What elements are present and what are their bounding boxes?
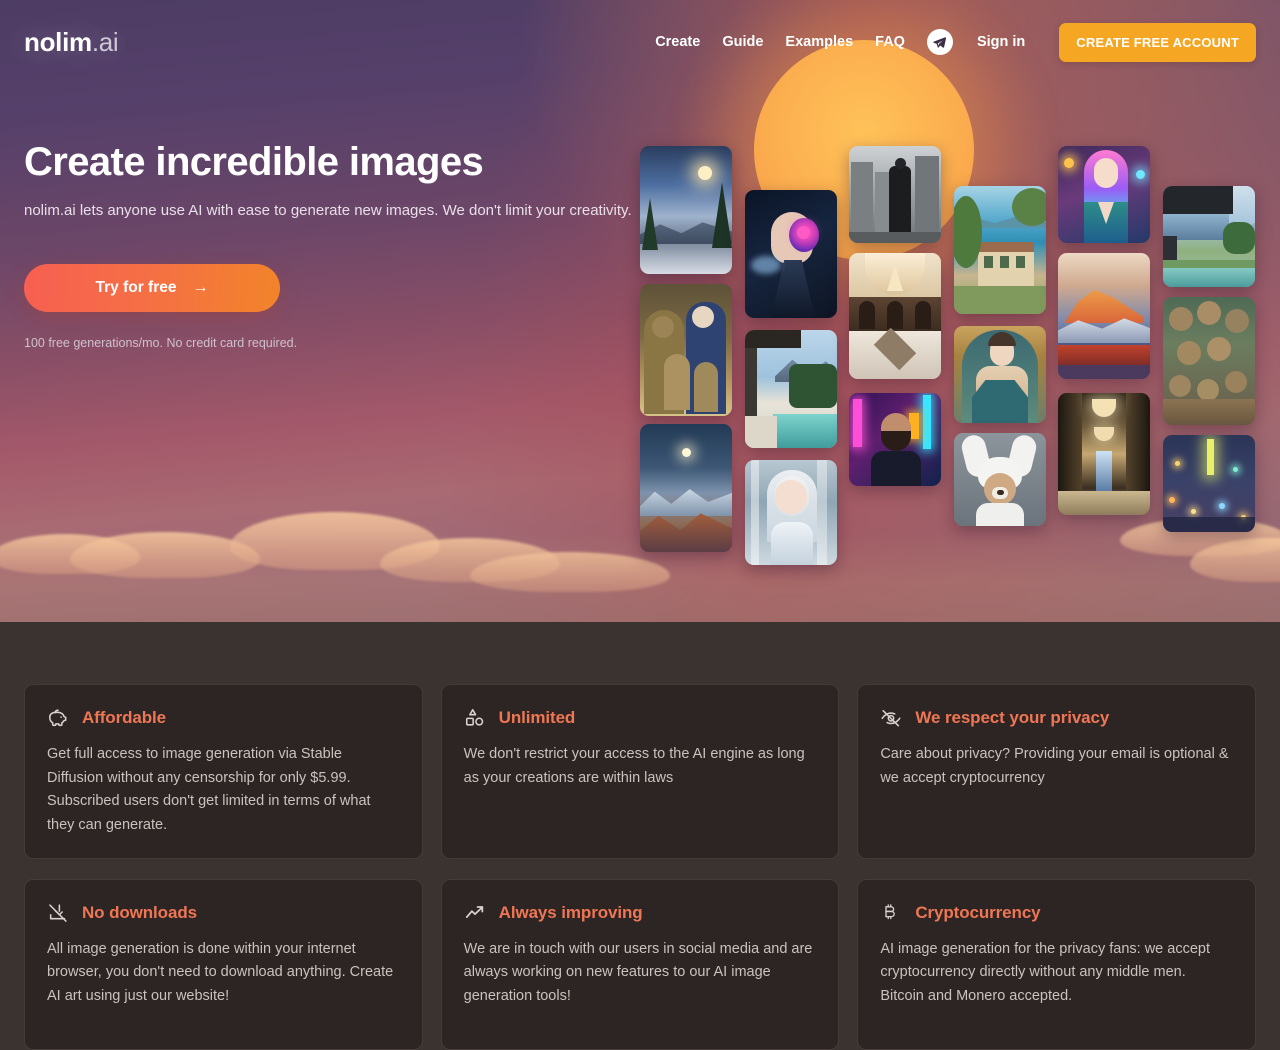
feature-card-header: Affordable <box>47 707 400 729</box>
logo-name: nolim <box>24 26 92 57</box>
arrow-right-icon: → <box>192 278 209 296</box>
collage-image-night-city-lights[interactable] <box>1163 435 1255 532</box>
collage-image-pink-haired-woman-city[interactable] <box>1058 146 1150 243</box>
page-title: Create incredible images <box>24 140 484 184</box>
image-collage <box>630 0 1280 622</box>
bitcoin-icon <box>880 902 902 924</box>
piggy-bank-icon <box>47 707 69 729</box>
eye-off-icon <box>880 707 902 729</box>
feature-card-header: Cryptocurrency <box>880 902 1233 924</box>
hero-section: nolim.ai Create Guide Examples FAQ Sign … <box>0 0 1280 622</box>
download-off-icon <box>47 902 69 924</box>
feature-body: We don't restrict your access to the AI … <box>463 746 805 786</box>
collage-image-snowy-mountain-sunrise[interactable] <box>640 146 732 274</box>
feature-card-unlimited: Unlimited We don't restrict your access … <box>440 684 840 859</box>
primary-nav: Create Guide Examples FAQ Sign in CREATE… <box>655 22 1256 62</box>
collage-image-modern-villa-poolside[interactable] <box>1163 186 1255 287</box>
feature-title: No downloads <box>82 902 197 922</box>
collage-image-monkey-group-portrait[interactable] <box>1163 297 1255 425</box>
feature-title: Unlimited <box>498 708 576 727</box>
hero-fineprint: 100 free generations/mo. No credit card … <box>24 335 298 350</box>
feature-title: Cryptocurrency <box>915 902 1041 922</box>
collage-image-cyborg-woman-portrait[interactable] <box>745 190 837 318</box>
create-free-account-button[interactable]: CREATE FREE ACCOUNT <box>1059 22 1256 62</box>
nav-link-guide[interactable]: Guide <box>722 34 763 50</box>
feature-body: All image generation is done within your… <box>47 940 394 1004</box>
hero-copy-block: Create incredible images nolim.ai lets a… <box>24 140 644 350</box>
site-logo[interactable]: nolim.ai <box>24 26 119 58</box>
feature-card-header: No downloads <box>47 902 400 924</box>
feature-body: Get full access to image generation via … <box>47 746 371 833</box>
collage-image-grand-hallway-chandeliers[interactable] <box>1058 393 1150 515</box>
features-grid: Affordable Get full access to image gene… <box>24 684 1256 1050</box>
feature-card-header: We respect your privacy <box>880 707 1233 729</box>
collage-image-lakeside-villa[interactable] <box>954 186 1046 314</box>
hero-subtitle: nolim.ai lets anyone use AI with ease to… <box>24 202 632 219</box>
feature-title: Always improving <box>498 902 643 922</box>
collage-image-modern-house-pool-mountains[interactable] <box>745 330 837 448</box>
try-for-free-label: Try for free <box>95 278 177 296</box>
trending-up-icon <box>464 902 486 924</box>
feature-card-affordable: Affordable Get full access to image gene… <box>24 684 423 859</box>
try-for-free-button[interactable]: Try for free → <box>24 263 280 312</box>
collage-image-ornate-dome-lobby[interactable] <box>849 253 941 379</box>
feature-card-privacy: We respect your privacy Care about priva… <box>857 684 1256 859</box>
feature-title: We respect your privacy <box>915 708 1110 727</box>
nav-link-faq[interactable]: FAQ <box>875 34 905 50</box>
feature-body: AI image generation for the privacy fans… <box>880 940 1210 1004</box>
features-section: Affordable Get full access to image gene… <box>0 622 1280 1050</box>
shapes-icon <box>464 707 486 729</box>
collage-image-suited-man-ruined-city[interactable] <box>849 146 941 243</box>
feature-card-header: Always improving <box>464 902 817 924</box>
nav-link-create[interactable]: Create <box>655 34 700 50</box>
nav-link-examples[interactable]: Examples <box>785 34 853 50</box>
collage-image-dog-in-bunny-hat[interactable] <box>954 433 1046 526</box>
feature-body: We are in touch with our users in social… <box>463 940 813 1004</box>
feature-card-header: Unlimited <box>464 707 817 729</box>
collage-image-moonlit-mountain-range[interactable] <box>640 424 732 552</box>
telegram-icon[interactable] <box>926 29 953 55</box>
collage-image-red-snow-peak[interactable] <box>1058 253 1150 379</box>
feature-body: Care about privacy? Providing your email… <box>880 746 1229 786</box>
collage-image-white-haired-woman-winter[interactable] <box>745 460 837 565</box>
collage-image-bearded-man-neon-city[interactable] <box>849 393 941 486</box>
sign-in-link[interactable]: Sign in <box>977 34 1025 50</box>
collage-image-classical-woman-portrait[interactable] <box>954 326 1046 423</box>
logo-suffix: .ai <box>91 26 119 57</box>
top-navigation-bar: nolim.ai Create Guide Examples FAQ Sign … <box>0 0 1280 84</box>
collage-image-monkey-family-painting[interactable] <box>640 284 732 416</box>
feature-title: Affordable <box>82 708 167 727</box>
